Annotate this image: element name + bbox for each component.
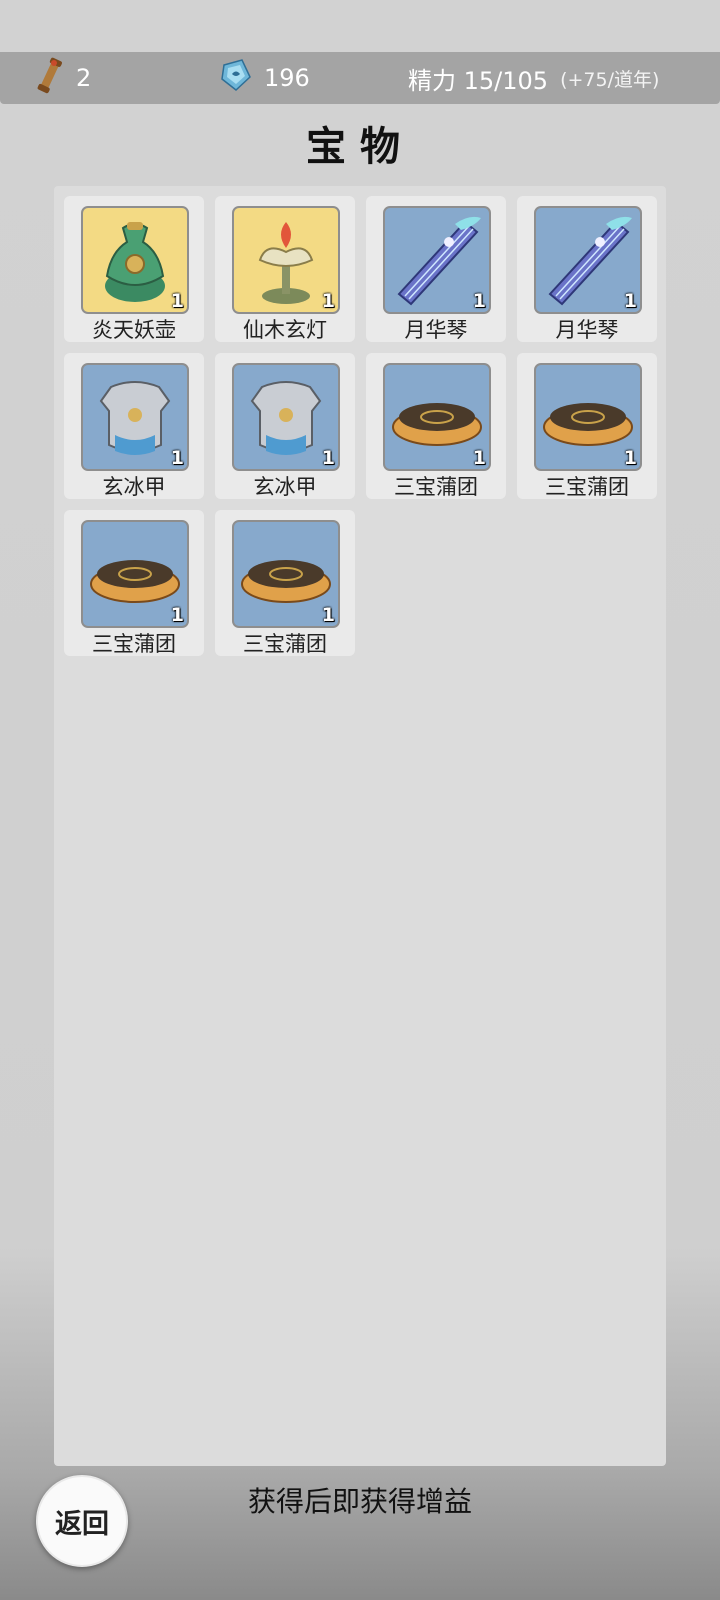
treasure-item[interactable]: 1 玄冰甲 (64, 353, 204, 499)
treasure-item[interactable]: 1 三宝蒲团 (366, 353, 506, 499)
treasure-grid: 1 炎天妖壶 1 仙木玄灯 1 月华琴 1 月华琴 1 玄冰甲 1 玄冰甲 1 三宝蒲团 1 三宝蒲团 1 三宝蒲… (64, 196, 657, 656)
vase-icon: 1 (81, 206, 189, 314)
treasure-item[interactable]: 1 三宝蒲团 (215, 510, 355, 656)
scroll-counter: 2 (36, 52, 91, 104)
item-name: 月华琴 (555, 318, 619, 342)
treasure-item[interactable]: 1 炎天妖壶 (64, 196, 204, 342)
treasure-item[interactable]: 1 三宝蒲团 (64, 510, 204, 656)
crystal-icon (218, 57, 254, 99)
item-name: 仙木玄灯 (243, 318, 327, 342)
stamina-regen: (+75/道年) (560, 68, 660, 91)
zither-icon: 1 (383, 206, 491, 314)
treasure-item[interactable]: 1 玄冰甲 (215, 353, 355, 499)
item-quantity: 1 (170, 604, 184, 626)
crystal-counter: 196 (218, 52, 310, 104)
item-name: 炎天妖壶 (92, 318, 176, 342)
back-button[interactable]: 返回 (36, 1475, 128, 1567)
crystal-count: 196 (264, 64, 310, 92)
lotus-lamp-icon: 1 (232, 206, 340, 314)
item-name: 三宝蒲团 (394, 475, 478, 499)
armor-icon: 1 (81, 363, 189, 471)
armor-icon: 1 (232, 363, 340, 471)
item-quantity: 1 (623, 290, 637, 312)
scroll-icon (36, 55, 66, 101)
page-title: 宝物 (306, 123, 414, 170)
item-name: 三宝蒲团 (92, 632, 176, 656)
treasure-item[interactable]: 1 三宝蒲团 (517, 353, 657, 499)
item-quantity: 1 (321, 290, 335, 312)
cushion-icon: 1 (81, 520, 189, 628)
treasure-item[interactable]: 1 月华琴 (366, 196, 506, 342)
item-name: 三宝蒲团 (243, 632, 327, 656)
item-name: 玄冰甲 (102, 475, 166, 499)
item-quantity: 1 (472, 447, 486, 469)
item-name: 玄冰甲 (253, 475, 317, 499)
scroll-count: 2 (76, 64, 92, 92)
cushion-icon: 1 (232, 520, 340, 628)
cushion-icon: 1 (534, 363, 642, 471)
item-quantity: 1 (321, 447, 335, 469)
treasure-item[interactable]: 1 月华琴 (517, 196, 657, 342)
item-name: 月华琴 (404, 318, 468, 342)
item-quantity: 1 (170, 447, 184, 469)
treasure-item[interactable]: 1 仙木玄灯 (215, 196, 355, 342)
item-name: 三宝蒲团 (545, 475, 629, 499)
item-quantity: 1 (472, 290, 486, 312)
stamina-display: 精力 15/105 (+75/道年) (408, 52, 659, 104)
cushion-icon: 1 (383, 363, 491, 471)
item-quantity: 1 (170, 290, 184, 312)
treasure-panel: 1 炎天妖壶 1 仙木玄灯 1 月华琴 1 月华琴 1 玄冰甲 1 玄冰甲 1 三宝蒲团 1 三宝蒲团 1 三宝蒲… (54, 186, 666, 1466)
resource-bar: 2 196 精力 15/105 (+75/道年) (0, 52, 720, 104)
item-quantity: 1 (321, 604, 335, 626)
zither-icon: 1 (534, 206, 642, 314)
item-quantity: 1 (623, 447, 637, 469)
stamina-value: 精力 15/105 (408, 66, 549, 95)
